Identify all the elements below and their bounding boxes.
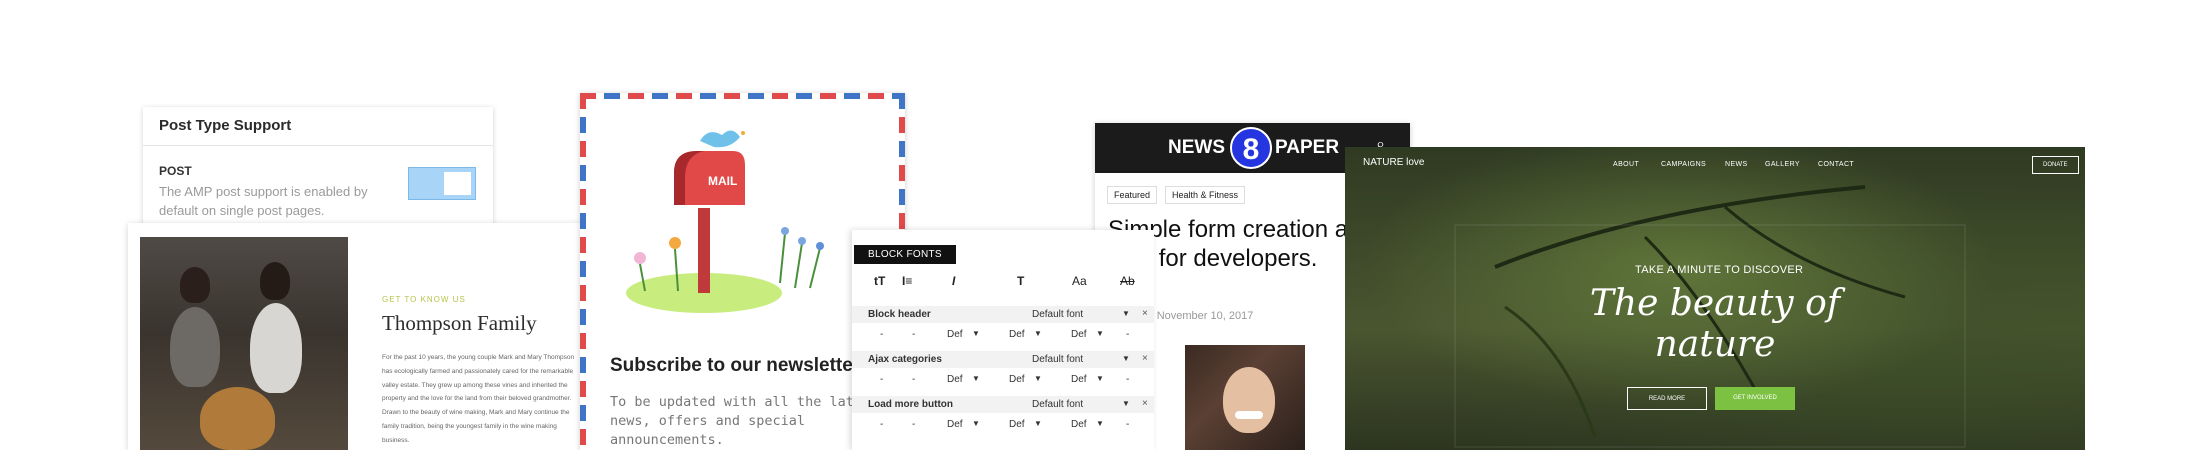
weight-def[interactable]: Def: [1009, 374, 1025, 385]
nav-about[interactable]: ABOUT: [1613, 161, 1639, 168]
italic-icon[interactable]: I: [952, 274, 955, 288]
chevron-down-icon[interactable]: ▼: [1096, 329, 1104, 338]
font-size-dash[interactable]: -: [880, 329, 883, 340]
brand-number-logo: 8: [1230, 127, 1272, 169]
ajax-categories-settings: - - Def ▼ Def ▼ Def ▼ -: [852, 370, 1154, 390]
thompson-family-card: GET TO KNOW US Thompson Family For the p…: [128, 223, 583, 450]
nav-gallery[interactable]: GALLERY: [1765, 161, 1800, 168]
line-height-dash[interactable]: -: [912, 374, 915, 385]
section-title: Thompson Family: [382, 311, 537, 335]
block-header-settings: - - Def ▼ Def ▼ Def ▼ -: [852, 325, 1154, 345]
nav-campaigns[interactable]: CAMPAIGNS: [1661, 161, 1706, 168]
chevron-down-icon[interactable]: ▼: [972, 374, 980, 383]
row-font-select[interactable]: Default font: [1032, 354, 1083, 365]
tag-featured[interactable]: Featured: [1107, 186, 1158, 204]
dropdown-arrow-icon[interactable]: ▼: [1122, 309, 1130, 318]
chevron-down-icon[interactable]: ▼: [1034, 329, 1042, 338]
row-name: Load more button: [868, 399, 953, 410]
line-height-dash[interactable]: -: [912, 329, 915, 340]
dropdown-arrow-icon[interactable]: ▼: [1122, 354, 1130, 363]
toggle-knob: [444, 172, 471, 195]
load-more-button-row[interactable]: Load more button Default font ▼ ×: [852, 396, 1154, 413]
chevron-down-icon[interactable]: ▼: [1034, 419, 1042, 428]
ajax-categories-row[interactable]: Ajax categories Default font ▼ ×: [852, 351, 1154, 368]
block-header-row[interactable]: Block header Default font ▼ ×: [852, 306, 1154, 323]
get-involved-button[interactable]: GET INVOLVED: [1715, 387, 1795, 410]
close-icon[interactable]: ×: [1142, 353, 1148, 364]
text-transform-icon[interactable]: Aa: [1072, 274, 1087, 288]
family-photo: [140, 237, 348, 450]
article-photo: [1185, 345, 1305, 450]
text-size-icon[interactable]: tT: [874, 274, 885, 288]
brand-left: NEWS: [1168, 137, 1225, 158]
nav-contact[interactable]: CONTACT: [1818, 161, 1854, 168]
bold-icon[interactable]: T: [1017, 274, 1024, 288]
nature-love-card: NATURE love ABOUT CAMPAIGNS NEWS GALLERY…: [1345, 147, 2085, 450]
weight-def[interactable]: Def: [1009, 419, 1025, 430]
close-icon[interactable]: ×: [1142, 308, 1148, 319]
donate-button[interactable]: DONATE: [2032, 156, 2079, 174]
chevron-down-icon[interactable]: ▼: [972, 419, 980, 428]
letter-spacing-icon[interactable]: Ab: [1120, 274, 1135, 288]
hero-title: The beauty of nature: [1589, 283, 1841, 365]
row-name: Block header: [868, 309, 931, 320]
post-support-toggle[interactable]: [408, 167, 476, 200]
hero-kicker: TAKE A MINUTE TO DISCOVER: [1635, 264, 1804, 276]
chevron-down-icon[interactable]: ▼: [1096, 374, 1104, 383]
dropdown-arrow-icon[interactable]: ▼: [1122, 399, 1130, 408]
block-fonts-tab[interactable]: BLOCK FONTS: [854, 245, 956, 264]
read-more-button[interactable]: READ MORE: [1627, 387, 1707, 410]
row-font-select[interactable]: Default font: [1032, 399, 1083, 410]
article-date: - November 10, 2017: [1150, 310, 1254, 322]
card-title: Post Type Support: [143, 107, 493, 146]
chevron-down-icon[interactable]: ▼: [972, 329, 980, 338]
newsletter-title: Subscribe to our newsletter: [610, 355, 861, 376]
row-name: Ajax categories: [868, 354, 942, 365]
nav-news[interactable]: NEWS: [1725, 161, 1748, 168]
transform-def[interactable]: Def: [1071, 374, 1087, 385]
line-height-dash[interactable]: -: [912, 419, 915, 430]
spacing-dash[interactable]: -: [1126, 329, 1129, 340]
chevron-down-icon[interactable]: ▼: [1034, 374, 1042, 383]
mailbox-label: MAIL: [708, 174, 737, 188]
chevron-down-icon[interactable]: ▼: [1096, 419, 1104, 428]
transform-def[interactable]: Def: [1071, 329, 1087, 340]
close-icon[interactable]: ×: [1142, 398, 1148, 409]
spacing-dash[interactable]: -: [1126, 419, 1129, 430]
section-kicker: GET TO KNOW US: [382, 295, 466, 304]
tag-health-fitness[interactable]: Health & Fitness: [1165, 186, 1246, 204]
transform-def[interactable]: Def: [1071, 419, 1087, 430]
weight-def[interactable]: Def: [1009, 329, 1025, 340]
brand-right: PAPER: [1275, 137, 1340, 158]
section-body: For the past 10 years, the young couple …: [382, 354, 575, 444]
font-toolbar: tT I≡ I T Aa Ab: [852, 274, 1154, 292]
load-more-settings: - - Def ▼ Def ▼ Def ▼ -: [852, 415, 1154, 435]
post-description: The AMP post support is enabled by defau…: [159, 184, 368, 218]
post-type-support-card: Post Type Support POST The AMP post supp…: [143, 107, 493, 227]
row-font-select[interactable]: Default font: [1032, 309, 1083, 320]
block-fonts-panel: BLOCK FONTS tT I≡ I T Aa Ab Block header…: [852, 230, 1154, 450]
font-size-dash[interactable]: -: [880, 419, 883, 430]
style-def[interactable]: Def: [947, 419, 963, 430]
style-def[interactable]: Def: [947, 329, 963, 340]
site-logo[interactable]: NATURE love: [1363, 157, 1425, 168]
spacing-dash[interactable]: -: [1126, 374, 1129, 385]
post-label: POST: [159, 164, 192, 178]
font-size-dash[interactable]: -: [880, 374, 883, 385]
style-def[interactable]: Def: [947, 374, 963, 385]
line-height-icon[interactable]: I≡: [902, 274, 912, 288]
